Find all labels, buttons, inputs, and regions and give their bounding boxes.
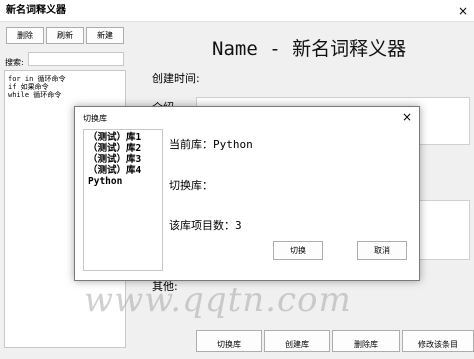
- list-item[interactable]: （测试）库1: [88, 132, 158, 143]
- library-list[interactable]: （测试）库1 （测试）库2 （测试）库3 （测试）库4 Python: [83, 129, 163, 271]
- item-count-label: 该库项目数：3: [169, 219, 242, 232]
- switch-to-label: 切换库：: [169, 179, 213, 192]
- list-item[interactable]: （测试）库3: [88, 154, 158, 165]
- window-titlebar: 新名词释义器 ×: [0, 0, 474, 22]
- switch-lib-dialog: 切换库 × （测试）库1 （测试）库2 （测试）库3 （测试）库4 Python…: [74, 106, 420, 281]
- list-item[interactable]: Python: [88, 176, 158, 187]
- window-close-icon[interactable]: ×: [458, 0, 468, 22]
- new-button[interactable]: 新建: [86, 27, 124, 44]
- list-item[interactable]: while 循环命令: [8, 91, 122, 99]
- search-input[interactable]: [28, 52, 124, 66]
- search-label: 搜索:: [5, 58, 24, 67]
- list-item[interactable]: （测试）库4: [88, 165, 158, 176]
- list-item[interactable]: （测试）库2: [88, 143, 158, 154]
- created-time-label: 创建时间:: [152, 72, 200, 85]
- cancel-button[interactable]: 取消: [357, 241, 407, 260]
- current-lib-label: 当前库：Python: [169, 138, 253, 151]
- create-lib-button[interactable]: 创建库: [264, 330, 330, 352]
- refresh-button[interactable]: 刷新: [46, 27, 84, 44]
- delete-button[interactable]: 删除: [6, 27, 44, 44]
- delete-lib-button[interactable]: 删除库: [332, 330, 400, 352]
- page-title: Name - 新名词释义器: [212, 38, 407, 60]
- modify-item-button[interactable]: 修改该条目: [402, 330, 474, 352]
- dialog-title: 切换库: [83, 114, 107, 123]
- list-item[interactable]: for in 循环命令: [8, 75, 122, 83]
- switch-lib-button[interactable]: 切换库: [196, 330, 262, 352]
- dialog-close-icon[interactable]: ×: [402, 110, 412, 124]
- switch-button[interactable]: 切换: [273, 241, 323, 260]
- list-item[interactable]: if 如果命令: [8, 83, 122, 91]
- window-title: 新名词释义器: [6, 5, 66, 16]
